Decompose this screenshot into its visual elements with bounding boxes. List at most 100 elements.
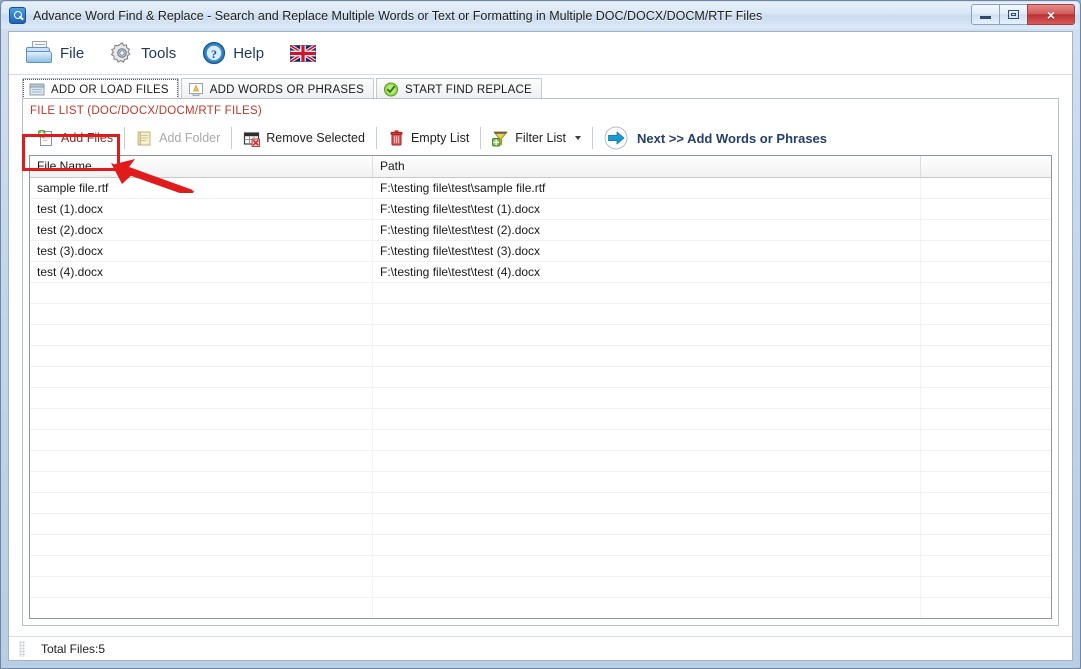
table-row-empty [30, 283, 1051, 304]
cell-extra [921, 514, 1051, 534]
close-button[interactable]: × [1027, 4, 1075, 25]
cell-file-name [30, 388, 373, 408]
table-row[interactable]: test (2).docx F:\testing file\test\test (… [30, 220, 1051, 241]
cell-path [373, 451, 921, 471]
blue-arrow-right-icon [604, 126, 628, 150]
close-icon: × [1046, 6, 1056, 23]
cell-path [373, 325, 921, 345]
client-area: File Tools ? Help ADD OR LOAD FILES ADD … [8, 31, 1073, 661]
cell-file-name [30, 283, 373, 303]
cell-extra [921, 304, 1051, 324]
table-row-empty [30, 556, 1051, 577]
cell-file-name [30, 493, 373, 513]
green-check-icon [383, 82, 398, 97]
maximize-button[interactable] [999, 4, 1028, 25]
cell-file-name [30, 304, 373, 324]
cell-path: F:\testing file\test\test (3).docx [373, 241, 921, 261]
file-list-toolbar: Add Files Add Folder Remove Selected Emp… [29, 123, 1052, 153]
funnel-add-icon [492, 131, 508, 146]
window-title: Advance Word Find & Replace - Search and… [33, 8, 763, 23]
cell-path: F:\testing file\test\test (2).docx [373, 220, 921, 240]
cell-extra [921, 325, 1051, 345]
cell-extra [921, 220, 1051, 240]
cell-extra [921, 430, 1051, 450]
cell-file-name [30, 598, 373, 618]
panel-title: FILE LIST (DOC/DOCX/DOCM/RTF FILES) [30, 105, 262, 117]
cell-extra [921, 472, 1051, 492]
toolbar-separator [592, 127, 593, 149]
table-row[interactable]: test (3).docx F:\testing file\test\test (… [30, 241, 1051, 262]
cell-path [373, 472, 921, 492]
toolbar-separator [375, 127, 377, 149]
add-folder-label: Add Folder [159, 131, 221, 145]
cell-path [373, 430, 921, 450]
folder-add-icon [137, 131, 151, 145]
cell-extra [921, 535, 1051, 555]
add-folder-button[interactable]: Add Folder [127, 124, 229, 152]
cell-file-name [30, 556, 373, 576]
cell-path [373, 304, 921, 324]
table-row-empty [30, 514, 1051, 535]
table-row-empty [30, 451, 1051, 472]
cell-extra [921, 409, 1051, 429]
cell-path [373, 556, 921, 576]
next-add-words-label: Next >> Add Words or Phrases [637, 130, 828, 146]
remove-selected-button[interactable]: Remove Selected [234, 124, 374, 152]
cell-file-name: sample file.rtf [30, 178, 373, 198]
table-row[interactable]: sample file.rtf F:\testing file\test\samp… [30, 178, 1051, 199]
cell-file-name: test (2).docx [30, 220, 373, 240]
menu-item-help[interactable]: ? Help [198, 39, 268, 67]
empty-list-label: Empty List [410, 131, 470, 145]
maximize-icon [1008, 10, 1019, 19]
cell-file-name: test (4).docx [30, 262, 373, 282]
table-row-empty [30, 388, 1051, 409]
svg-text:?: ? [211, 47, 217, 61]
cell-path [373, 346, 921, 366]
cell-file-name [30, 472, 373, 492]
table-delete-icon [244, 131, 261, 147]
tab-add-words-or-phrases[interactable]: ADD WORDS OR PHRASES [180, 78, 374, 100]
cell-extra [921, 577, 1051, 597]
tab-add-or-load-files[interactable]: ADD OR LOAD FILES [22, 78, 179, 100]
cell-extra [921, 388, 1051, 408]
tab-add-or-load-files-label: ADD OR LOAD FILES [51, 83, 169, 96]
column-header-extra[interactable] [921, 156, 1051, 177]
remove-selected-label: Remove Selected [266, 131, 365, 145]
add-files-button[interactable]: Add Files [29, 124, 122, 152]
cell-file-name [30, 451, 373, 471]
chevron-down-icon[interactable] [575, 136, 581, 140]
table-row[interactable]: test (1).docx F:\testing file\test\test (… [30, 199, 1051, 220]
next-add-words-button[interactable]: Next >> Add Words or Phrases [595, 124, 836, 152]
cell-extra [921, 283, 1051, 303]
minimize-button[interactable] [971, 4, 1000, 25]
table-row[interactable]: test (4).docx F:\testing file\test\test (… [30, 262, 1051, 283]
cell-file-name [30, 535, 373, 555]
menu-item-file-label: File [60, 44, 85, 62]
cell-file-name [30, 514, 373, 534]
file-list-grid[interactable]: File Name Path sample file.rtf F:\testing… [29, 155, 1052, 619]
magnifier-icon [9, 7, 26, 24]
cell-path [373, 283, 921, 303]
table-row-empty [30, 346, 1051, 367]
empty-list-button[interactable]: Empty List [379, 124, 478, 152]
table-row-empty [30, 535, 1051, 556]
menu-item-help-label: Help [233, 44, 265, 62]
column-header-path[interactable]: Path [373, 156, 921, 177]
table-row-empty [30, 493, 1051, 514]
cell-extra [921, 262, 1051, 282]
menu-item-language[interactable] [286, 43, 320, 64]
tab-start-find-replace[interactable]: START FIND REPLACE [375, 78, 542, 100]
cell-extra [921, 178, 1051, 198]
cell-extra [921, 451, 1051, 471]
title-bar: Advance Word Find & Replace - Search and… [2, 2, 1079, 29]
table-row-empty [30, 577, 1051, 598]
column-header-file-name[interactable]: File Name [30, 156, 373, 177]
table-row-empty [30, 325, 1051, 346]
cell-file-name: test (3).docx [30, 241, 373, 261]
page-add-icon [38, 129, 52, 146]
filter-list-button[interactable]: Filter List [483, 124, 590, 152]
cell-path [373, 577, 921, 597]
menu-item-tools[interactable]: Tools [106, 39, 180, 67]
cell-path [373, 514, 921, 534]
menu-item-file[interactable]: File [21, 39, 88, 67]
